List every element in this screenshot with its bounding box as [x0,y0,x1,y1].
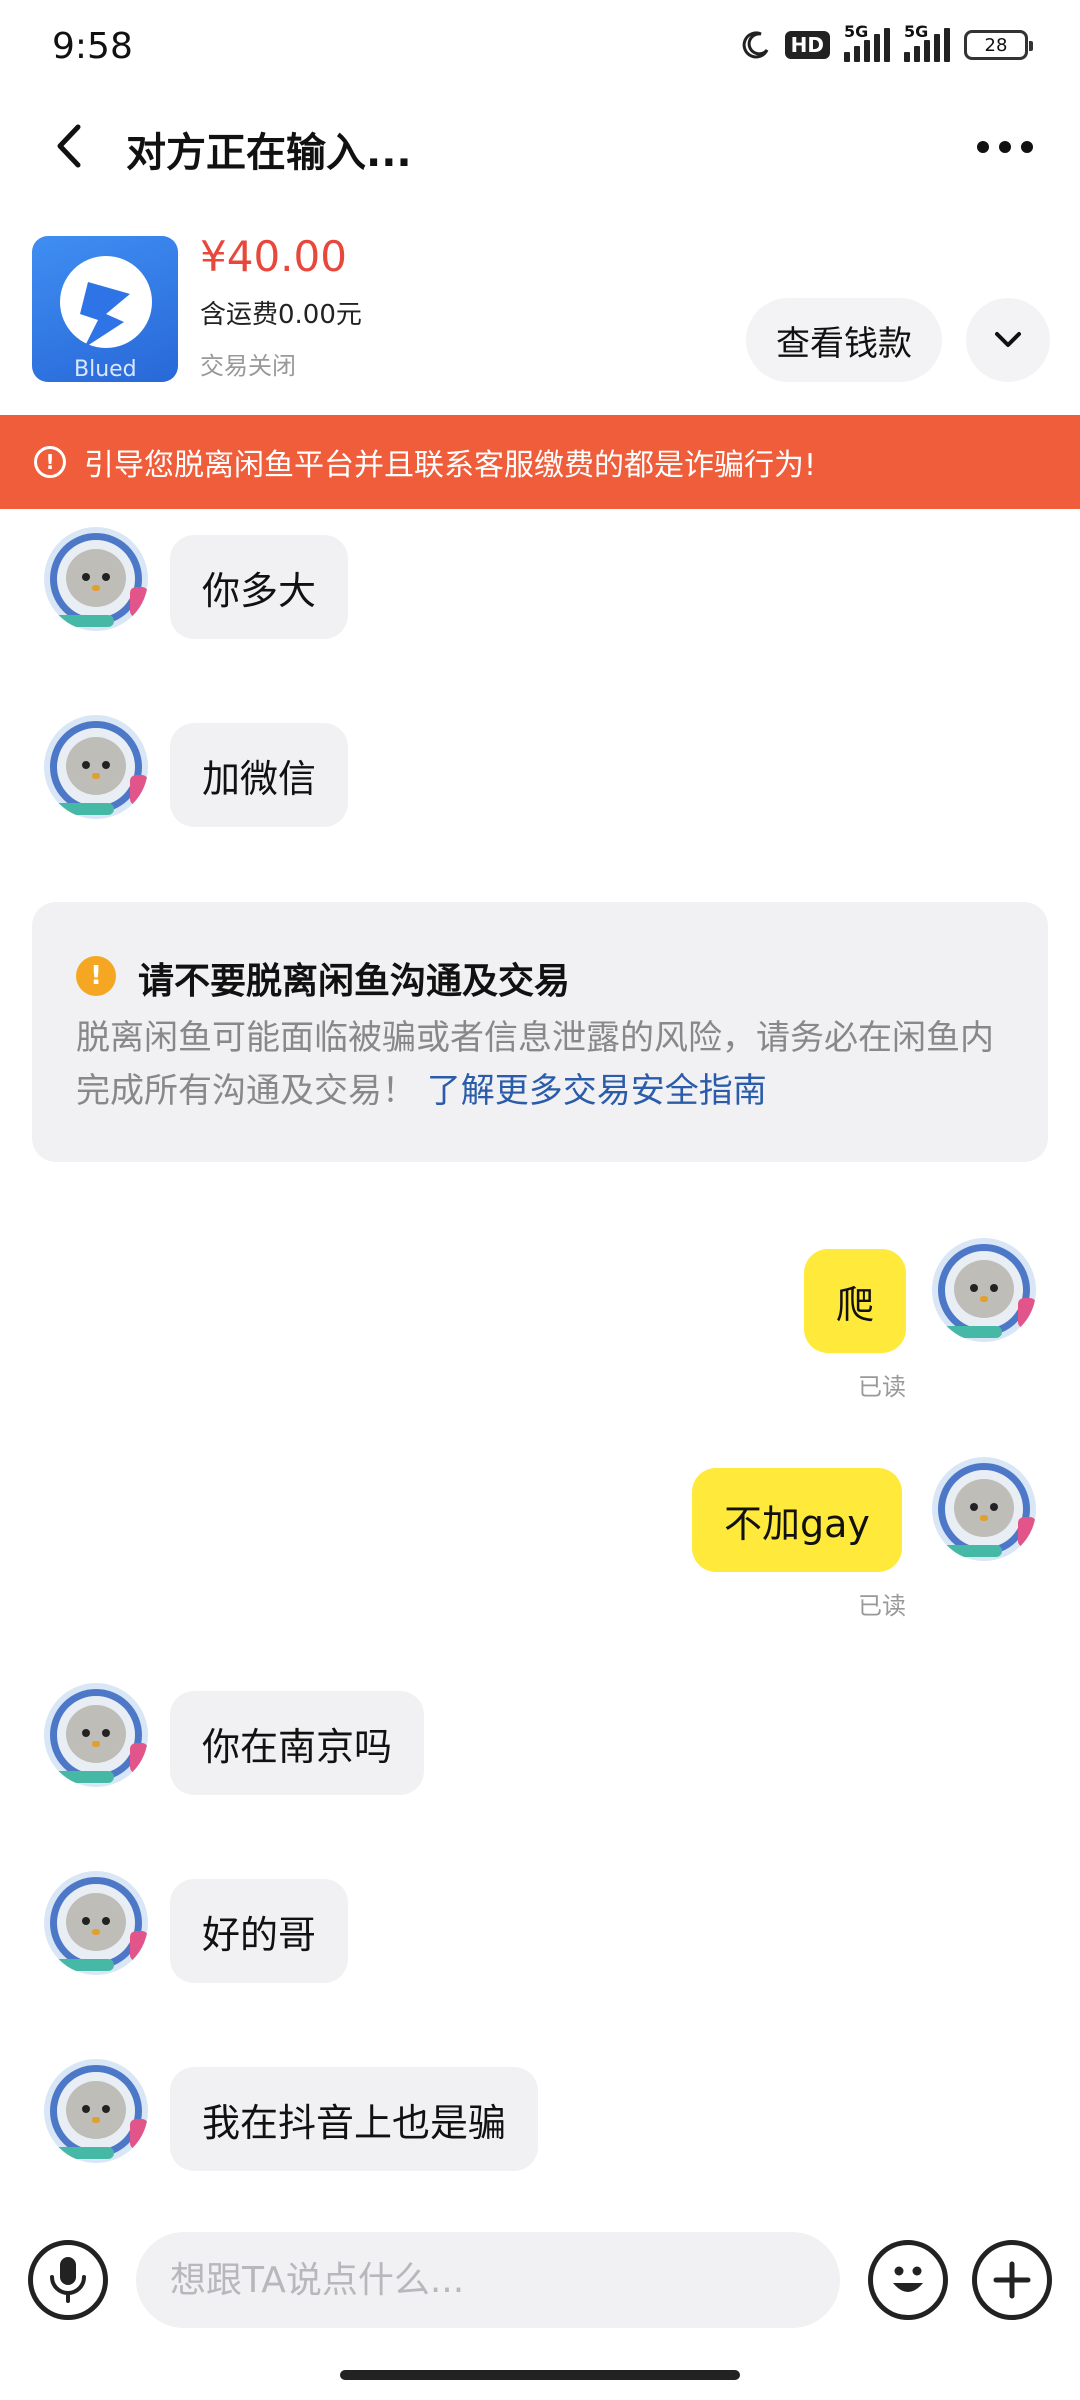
chevron-down-icon [995,332,1021,347]
avatar[interactable] [932,1238,1036,1342]
read-receipt: 已读 [858,1592,906,1620]
emoji-icon [893,2266,923,2292]
message-bubble[interactable]: 好的哥 [170,1879,349,1983]
safety-notice-title: 请不要脱离闲鱼沟通及交易 [138,961,571,1002]
message-bubble[interactable]: 不加gay [692,1468,902,1572]
safety-notice-card: ! 请不要脱离闲鱼沟通及交易 脱离闲鱼可能面临被骗或者信息泄露的风险，请务必在闲… [32,902,1048,1162]
banner-text: 引导您脱离闲鱼平台并且联系客服缴费的都是诈骗行为! [84,448,817,483]
avatar[interactable] [44,715,148,819]
message-bubble[interactable]: 爬 [804,1249,907,1353]
expand-button[interactable] [966,298,1050,382]
plus-icon [993,2261,1031,2299]
product-card[interactable]: Blued ¥40.00 含运费0.00元 交易关闭 查看钱款 [0,210,1080,415]
chevron-left-icon [57,124,81,168]
signal-icon-1: 5G [844,22,890,62]
back-button[interactable] [40,116,100,176]
message-bubble[interactable]: 你在南京吗 [170,1691,425,1795]
warning-icon: ! [76,956,116,996]
plus-button[interactable] [972,2240,1052,2320]
status-bar: 9:58 HD 5G 5G 28 [0,0,1080,96]
microphone-icon [50,2257,86,2303]
avatar[interactable] [44,1683,148,1787]
avatar[interactable] [932,1457,1036,1561]
chat-header: 对方正在输入... [0,96,1080,200]
home-indicator[interactable] [340,2370,740,2380]
shipping-fee: 含运费0.00元 [200,300,362,330]
thumbnail-text: Blued [74,357,137,382]
safety-guide-link[interactable]: 了解更多交易安全指南 [427,1071,767,1111]
more-button[interactable] [970,122,1040,172]
view-funds-button[interactable]: 查看钱款 [746,298,942,382]
alert-circle-icon: ! [34,446,66,478]
page-title: 对方正在输入... [126,130,412,176]
trade-status: 交易关闭 [200,352,296,380]
product-thumbnail[interactable]: Blued [32,236,178,382]
safety-notice-body: 脱离闲鱼可能面临被骗或者信息泄露的风险，请务必在闲鱼内完成所有沟通及交易！ 了解… [76,1018,994,1111]
moon-icon [742,31,769,59]
message-input[interactable] [136,2232,840,2328]
more-dots-icon [977,141,1033,153]
hd-badge: HD [784,31,830,59]
avatar[interactable] [44,2059,148,2163]
battery-icon: 28 [964,30,1033,60]
status-icons: HD 5G 5G 28 [741,22,1033,62]
avatar[interactable] [44,1871,148,1975]
message-bubble[interactable]: 我在抖音上也是骗 [170,2067,539,2171]
chat-area[interactable]: 你多大 加微信 ! 请不要脱离闲鱼沟通及交易 脱离闲鱼可能面临被骗或者信息泄露的… [0,509,1080,2209]
message-bubble[interactable]: 加微信 [170,723,349,827]
status-time: 9:58 [52,26,133,67]
read-receipt: 已读 [858,1373,906,1401]
emoji-button[interactable] [868,2240,948,2320]
fraud-warning-banner: ! 引导您脱离闲鱼平台并且联系客服缴费的都是诈骗行为! [0,415,1080,509]
input-bar [0,2228,1080,2338]
message-bubble[interactable]: 你多大 [170,535,349,639]
voice-button[interactable] [28,2240,108,2320]
product-price: ¥40.00 [200,232,347,281]
signal-icon-2: 5G [904,22,950,62]
avatar[interactable] [44,527,148,631]
